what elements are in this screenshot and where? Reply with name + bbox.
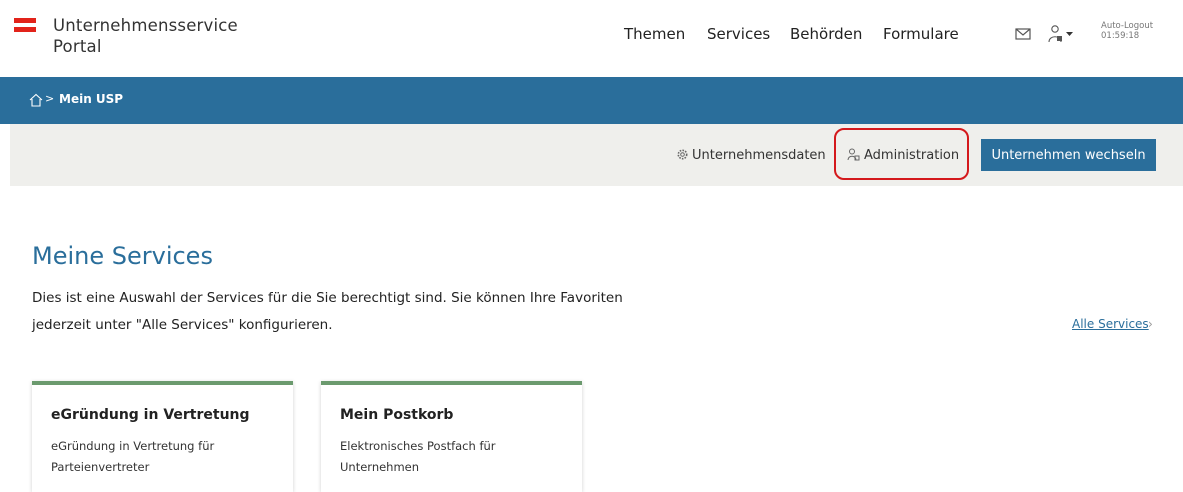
breadcrumb-separator: > bbox=[45, 92, 55, 105]
gear-icon bbox=[677, 149, 688, 160]
administration-link[interactable]: Administration bbox=[847, 148, 959, 163]
breadcrumb: > Mein USP bbox=[0, 77, 1183, 124]
all-services-link[interactable]: Alle Services bbox=[1072, 317, 1149, 331]
admin-user-icon bbox=[847, 148, 860, 161]
service-card-egruendung[interactable]: eGründung in Vertretung eGründung in Ver… bbox=[32, 381, 293, 492]
austria-flag-icon bbox=[14, 18, 36, 32]
card-title: Mein Postkorb bbox=[340, 407, 454, 423]
caret-down-icon bbox=[1066, 32, 1073, 36]
service-card-postkorb[interactable]: Mein Postkorb Elektronisches Postfach fü… bbox=[321, 381, 582, 492]
page-description: Dies ist eine Auswahl der Services für d… bbox=[32, 290, 623, 333]
chevron-right-icon: › bbox=[1148, 317, 1153, 331]
home-icon[interactable] bbox=[29, 93, 43, 107]
auto-logout-time: 01:59:18 bbox=[1101, 31, 1140, 41]
auto-logout-timer: Auto-Logout 01:59:18 bbox=[1101, 21, 1153, 41]
breadcrumb-current[interactable]: Mein USP bbox=[59, 92, 123, 106]
site-header: Unternehmensservice Portal Themen Servic… bbox=[0, 0, 1183, 77]
card-title: eGründung in Vertretung bbox=[51, 407, 250, 423]
mail-icon[interactable] bbox=[1015, 27, 1031, 41]
user-menu-icon[interactable] bbox=[1047, 24, 1073, 44]
logo-line-1: Unternehmensservice bbox=[53, 16, 238, 35]
nav-formulare[interactable]: Formulare bbox=[883, 25, 959, 43]
company-data-link[interactable]: Unternehmensdaten bbox=[676, 148, 826, 163]
auto-logout-label: Auto-Logout bbox=[1101, 21, 1154, 31]
logo-line-2: Portal bbox=[53, 37, 102, 56]
nav-themen[interactable]: Themen bbox=[624, 25, 685, 43]
page-title: Meine Services bbox=[32, 242, 213, 270]
switch-company-button[interactable]: Unternehmen wechseln bbox=[981, 139, 1156, 171]
card-description: Elektronisches Postfach für Unternehmen bbox=[340, 439, 496, 474]
administration-label: Administration bbox=[864, 148, 960, 163]
company-data-label: Unternehmensdaten bbox=[692, 148, 826, 163]
logo-text: Unternehmensservice Portal bbox=[53, 15, 238, 57]
nav-behoerden[interactable]: Behörden bbox=[790, 25, 862, 43]
nav-services[interactable]: Services bbox=[707, 25, 770, 43]
card-description: eGründung in Vertretung für Parteienvert… bbox=[51, 439, 215, 474]
